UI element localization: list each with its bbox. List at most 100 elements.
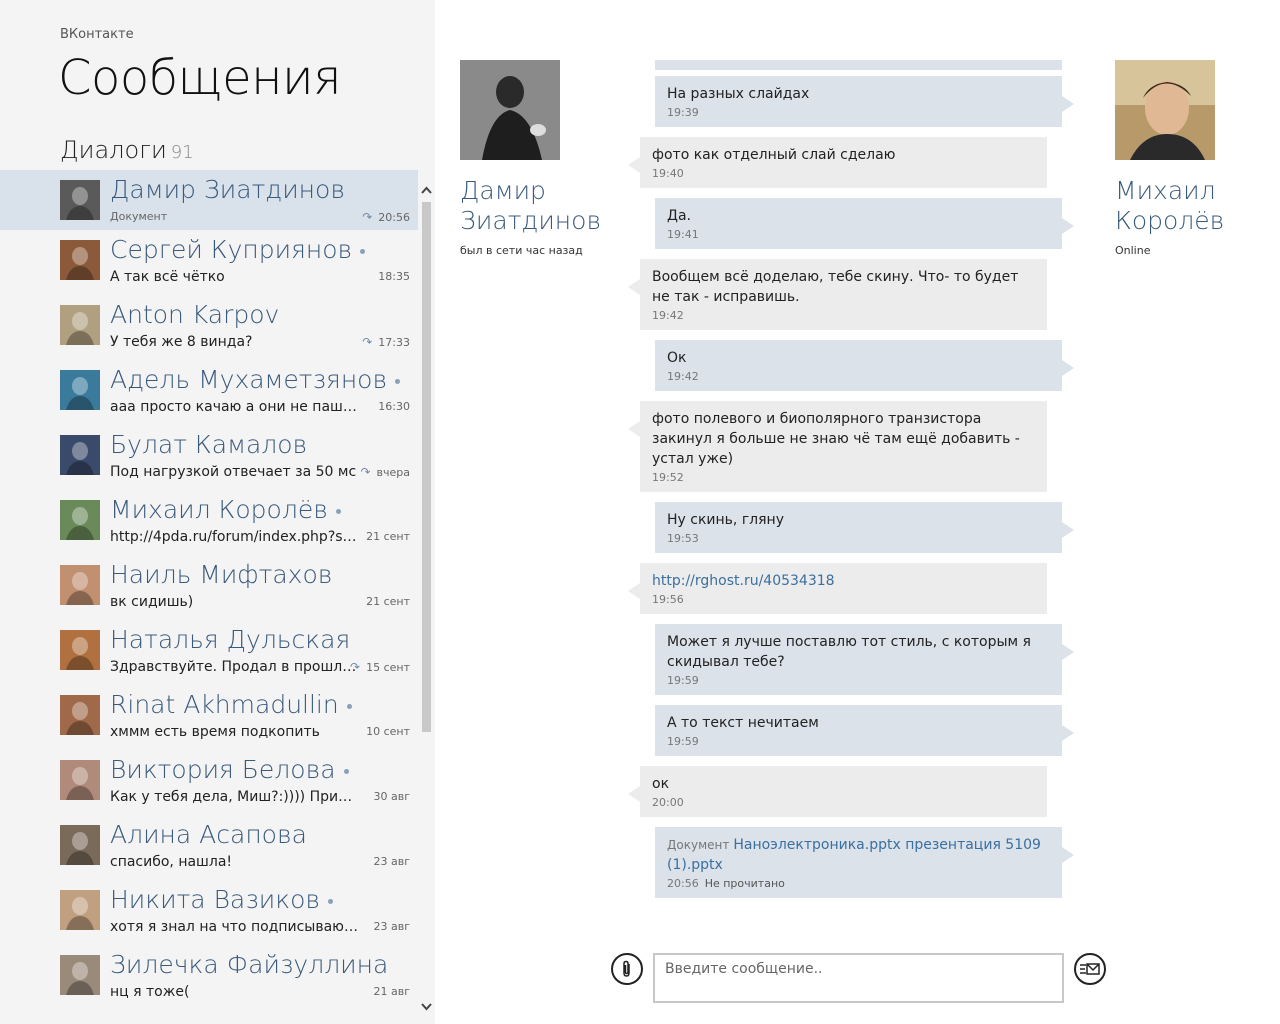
dialog-time-text: 21 сент: [366, 595, 410, 608]
message-time-text: 20:56: [667, 877, 699, 890]
message-time: 19:59: [667, 735, 1050, 748]
contact-photo-left[interactable]: [460, 60, 560, 160]
dialog-preview: нц я тоже(: [110, 984, 190, 1000]
message-time: 20:56 Не прочитано: [667, 877, 1050, 890]
message-link[interactable]: http://rghost.ru/40534318: [652, 571, 1035, 591]
dialog-time-text: 10 сент: [366, 725, 410, 738]
dialog-name-text: Anton Karpov: [110, 300, 280, 329]
message-bubble-outgoing[interactable]: Ок 19:42: [655, 340, 1074, 391]
dialog-time: ↷ 17:33: [362, 335, 410, 349]
avatar: [60, 760, 100, 800]
send-button[interactable]: [1074, 953, 1106, 985]
message-status: Не прочитано: [704, 877, 785, 890]
avatar: [60, 565, 100, 605]
online-indicator-icon: [328, 898, 334, 904]
dialog-preview: Как у тебя дела, Миш?:)))) Привееет:): [110, 789, 358, 805]
avatar: [60, 825, 100, 865]
message-time: 19:39: [667, 106, 1050, 119]
dialog-preview: спасибо, нашла!: [110, 854, 233, 870]
scroll-thumb[interactable]: [422, 202, 431, 732]
message-bubble-outgoing[interactable]: Может я лучше поставлю тот стиль, с кото…: [655, 624, 1074, 695]
dialog-time: ↷ 15 сент: [350, 660, 410, 674]
contact-status-right: Online: [1115, 244, 1151, 257]
dialog-item[interactable]: Сергей Куприянов А так всё чётко 18:35: [0, 230, 418, 295]
dialog-name-text: Никита Вазиков: [110, 885, 321, 914]
dialog-name: Rinat Akhmadullin: [110, 690, 352, 719]
message-text: На разных слайдах: [667, 86, 810, 102]
message-input[interactable]: [653, 953, 1064, 1003]
dialog-name: Дамир Зиатдинов: [110, 175, 345, 204]
contact-name-left-line2: Зиатдинов: [460, 206, 602, 235]
message-bubble-partial: [655, 60, 1062, 70]
dialogs-header-label: Диалоги: [60, 136, 167, 164]
message-text: Ну скинь, гляну: [667, 512, 784, 528]
dialog-time: ↷ вчера: [360, 465, 410, 479]
chevron-down-icon[interactable]: [421, 1000, 432, 1014]
dialog-item[interactable]: Rinat Akhmadullin хммм есть время подкопи…: [0, 685, 418, 750]
dialog-item[interactable]: Anton Karpov У тебя же 8 винда? ↷ 17:33: [0, 295, 418, 360]
attach-button[interactable]: [611, 953, 643, 985]
message-bubble-outgoing[interactable]: Да. 19:41: [655, 198, 1074, 249]
dialog-time-text: вчера: [376, 466, 410, 479]
send-icon: [1080, 963, 1100, 975]
dialogs-count: 91: [170, 142, 194, 163]
dialog-item[interactable]: Зилечка Файзуллина нц я тоже(21 авг: [0, 945, 418, 1010]
message-time: 19:53: [667, 532, 1050, 545]
contact-name-left: Дамир Зиатдинов: [460, 176, 602, 236]
dialog-item[interactable]: Виктория Белова Как у тебя дела, Миш?:)))…: [0, 750, 418, 815]
dialog-item[interactable]: Никита Вазиков хотя я знал на что подписы…: [0, 880, 418, 945]
message-time-text: 19:52: [652, 471, 684, 484]
message-time: 19:52: [652, 471, 1035, 484]
message-bubble-incoming[interactable]: ок 20:00: [628, 766, 1047, 817]
dialog-item[interactable]: Адель Мухаметзянов ааа просто качаю а они…: [0, 360, 418, 425]
contact-name-left-line1: Дамир: [460, 176, 546, 205]
message-text: Документ Наноэлектроника.pptx презентация…: [667, 835, 1050, 875]
message-bubble-outgoing[interactable]: На разных слайдах 19:39: [655, 76, 1074, 127]
dialog-name: Anton Karpov: [110, 300, 279, 329]
dialog-name-text: Михаил Королёв: [110, 495, 328, 524]
contact-profile-right[interactable]: Михаил Королёв Online: [1115, 60, 1255, 257]
message-text: фото как отделный слай сделаю: [652, 147, 896, 163]
dialog-name-text: Зилечка Файзуллина: [110, 950, 389, 979]
chevron-up-icon[interactable]: [421, 183, 432, 197]
message-bubble-outgoing[interactable]: Документ Наноэлектроника.pptx презентация…: [655, 827, 1074, 898]
dialog-item[interactable]: Дамир Зиатдинов Документ ↷ 20:56: [0, 170, 418, 230]
dialog-item[interactable]: Булат Камалов Под нагрузкой отвечает за 5…: [0, 425, 418, 490]
message-bubble-outgoing[interactable]: Ну скинь, гляну 19:53: [655, 502, 1074, 553]
message-bubble-incoming[interactable]: фото как отделный слай сделаю 19:40: [628, 137, 1047, 188]
message-bubble-incoming[interactable]: http://rghost.ru/40534318 19:56: [628, 563, 1047, 614]
message-time: 20:00: [652, 796, 1035, 809]
dialog-name: Михаил Королёв: [110, 495, 341, 524]
dialog-name-text: Наиль Мифтахов: [110, 560, 333, 589]
dialog-list: Дамир Зиатдинов Документ ↷ 20:56 Сергей Купр…: [0, 170, 418, 1010]
dialog-name-text: Булат Камалов: [110, 430, 308, 459]
dialog-name: Наталья Дульская: [110, 625, 350, 654]
contact-profile-left[interactable]: Дамир Зиатдинов был в сети час назад: [460, 60, 602, 257]
dialog-time: 10 сент: [366, 725, 410, 738]
dialog-name-text: Адель Мухаметзянов: [110, 365, 388, 394]
dialog-item[interactable]: Наталья Дульская Здравствуйте. Продал в п…: [0, 620, 418, 685]
dialog-item[interactable]: Наиль Мифтахов вк сидишь) 21 сент: [0, 555, 418, 620]
message-bubble-incoming[interactable]: фото полевого и биополярного транзистора…: [628, 401, 1047, 492]
dialog-item[interactable]: Михаил Королёв http://4pda.ru/forum/index…: [0, 490, 418, 555]
online-indicator-icon: [395, 378, 401, 384]
dialog-time: 18:35: [378, 270, 410, 283]
message-bubble-incoming[interactable]: Вообщем всё доделаю, тебе скину. Что- то…: [628, 259, 1047, 330]
avatar: [60, 630, 100, 670]
dialog-time-text: 23 авг: [373, 855, 411, 868]
avatar: [60, 370, 100, 410]
dialog-item[interactable]: Алина Асапова спасибо, нашла! 23 авг: [0, 815, 418, 880]
message-thread[interactable]: На разных слайдах 19:39 фото как отделный …: [620, 60, 1080, 920]
contact-photo-right[interactable]: [1115, 60, 1215, 160]
reply-arrow-icon: ↷: [362, 210, 373, 224]
dialog-time-text: 30 авг: [373, 790, 411, 803]
dialog-time: 16:30: [378, 400, 410, 413]
dialog-preview: Документ: [110, 210, 168, 223]
dialog-list-scrollbar[interactable]: [418, 180, 435, 1014]
avatar: [60, 500, 100, 540]
dialog-preview: хммм есть время подкопить: [110, 724, 320, 740]
online-indicator-icon: [346, 703, 352, 709]
message-bubble-outgoing[interactable]: А то текст нечитаем 19:59: [655, 705, 1074, 756]
message-text: Да.: [667, 208, 691, 224]
dialog-time-text: 18:35: [378, 270, 410, 283]
